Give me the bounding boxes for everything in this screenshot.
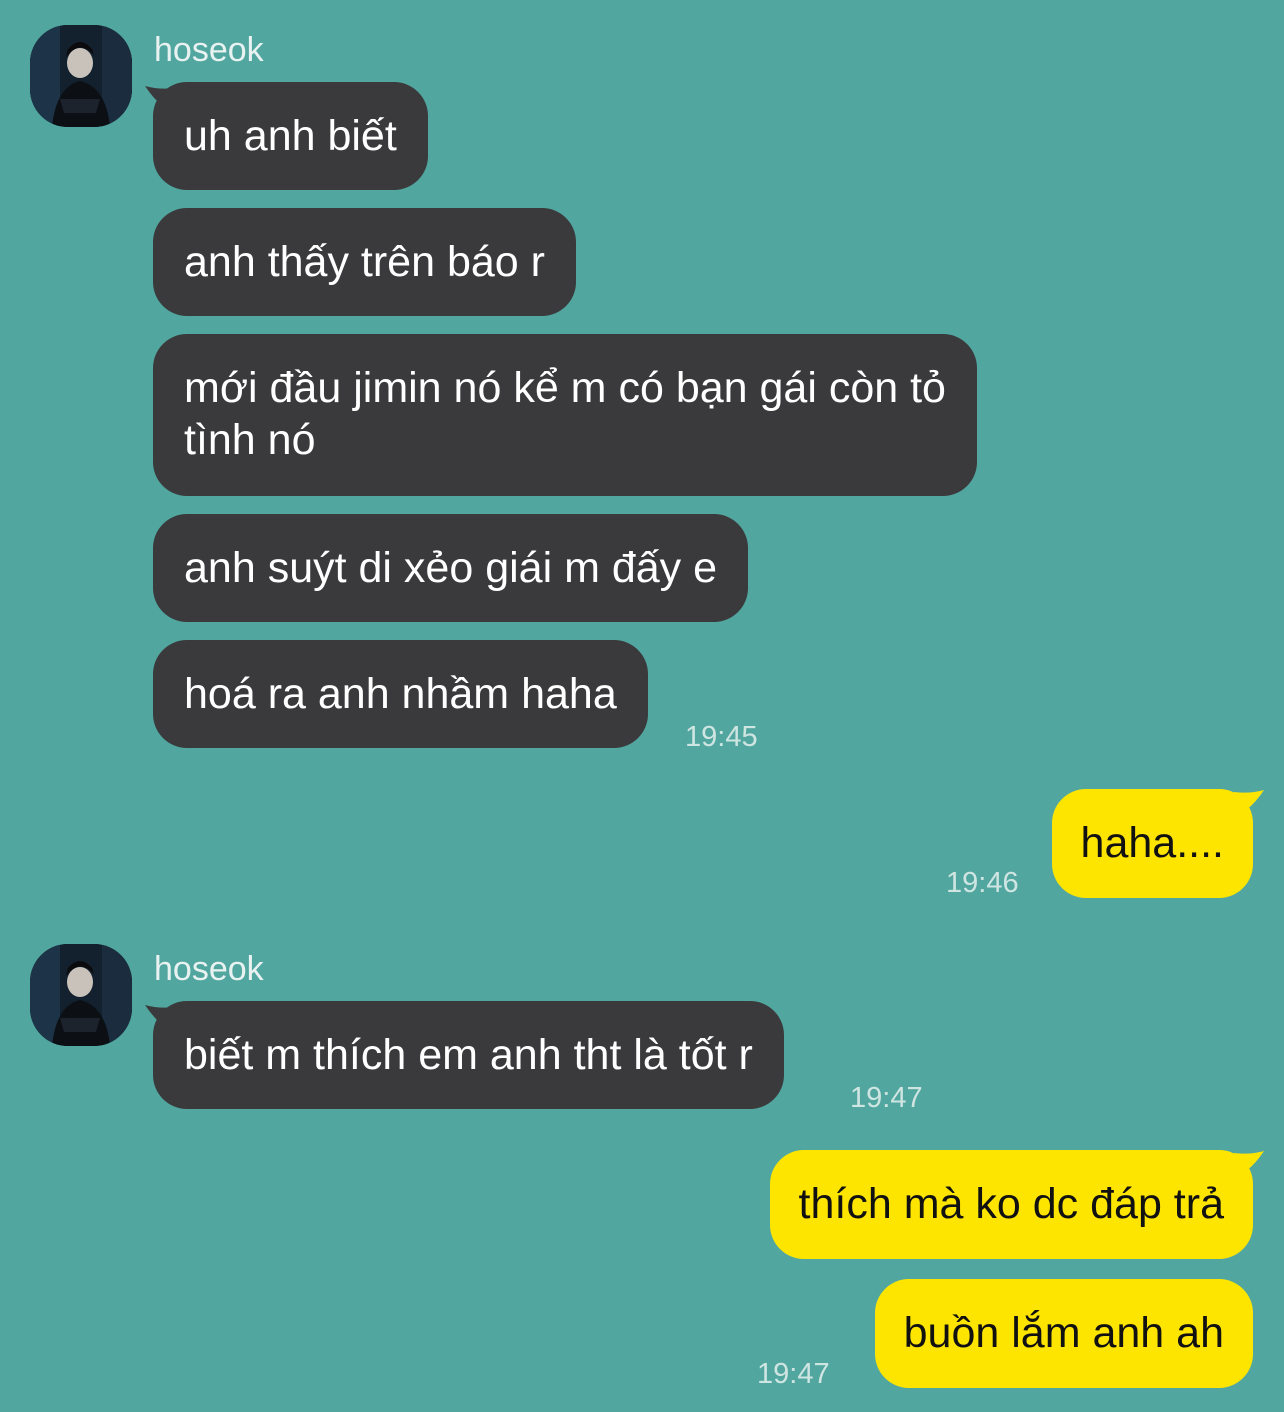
- message-timestamp: 19:45: [685, 721, 758, 753]
- message-timestamp: 19:47: [850, 1082, 923, 1114]
- incoming-message[interactable]: hoá ra anh nhầm haha: [153, 640, 648, 748]
- message-timestamp: 19:47: [757, 1358, 830, 1390]
- incoming-message[interactable]: uh anh biết: [153, 82, 428, 190]
- sender-name: hoseok: [154, 31, 264, 69]
- contact-avatar[interactable]: [30, 25, 132, 127]
- outgoing-message[interactable]: haha....: [1051, 789, 1253, 898]
- chat-screen: { "sender_name": "hoseok", "groups": [ {…: [0, 0, 1284, 1412]
- sender-name: hoseok: [154, 950, 264, 988]
- incoming-message[interactable]: mới đầu jimin nó kể m có bạn gái còn tỏ …: [153, 334, 977, 496]
- avatar-photo-icon: [30, 944, 132, 1046]
- outgoing-message[interactable]: buồn lắm anh ah: [874, 1279, 1253, 1388]
- outgoing-message[interactable]: thích mà ko dc đáp trả: [769, 1150, 1253, 1259]
- contact-avatar[interactable]: [30, 944, 132, 1046]
- incoming-message[interactable]: biết m thích em anh tht là tốt r: [153, 1001, 784, 1109]
- incoming-message[interactable]: anh thấy trên báo r: [153, 208, 576, 316]
- incoming-message[interactable]: anh suýt di xẻo giái m đấy e: [153, 514, 749, 622]
- message-timestamp: 19:46: [946, 867, 1019, 899]
- avatar-photo-icon: [30, 25, 132, 127]
